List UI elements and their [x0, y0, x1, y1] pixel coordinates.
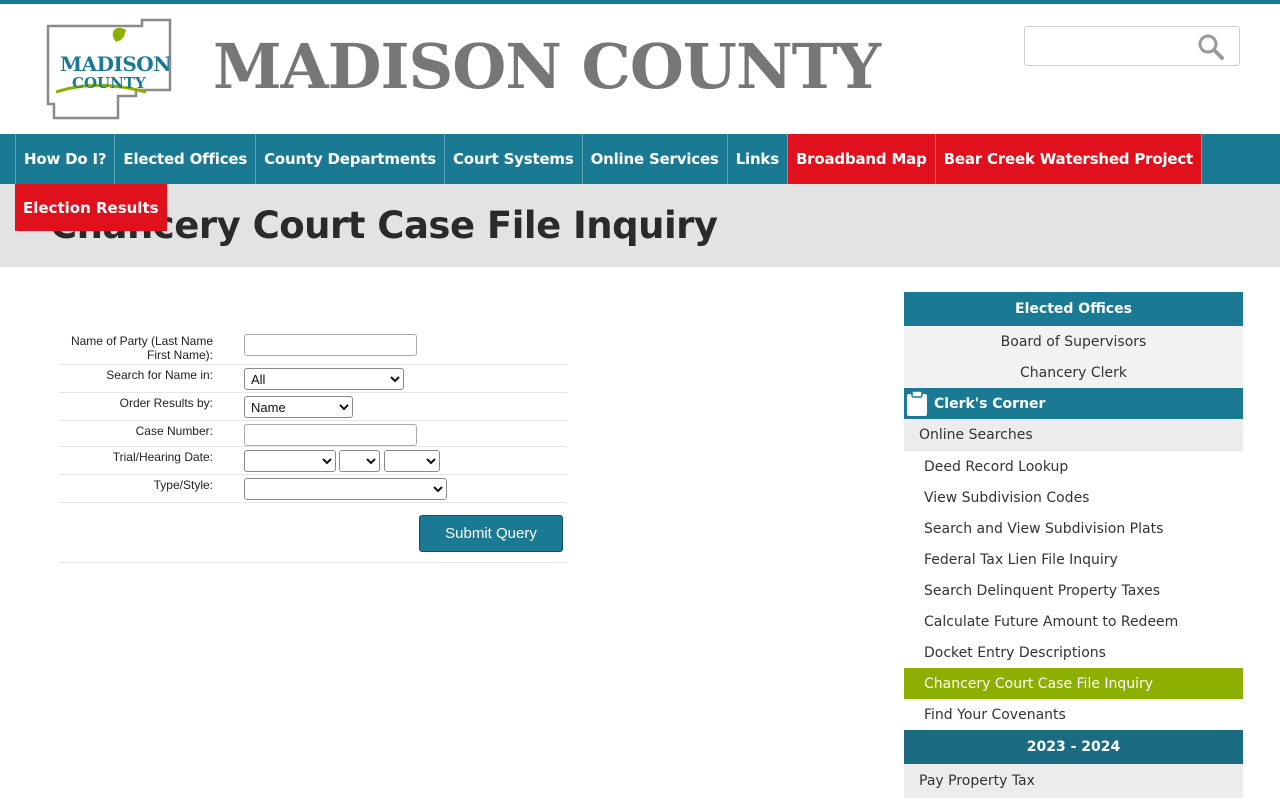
order-results-by-select[interactable]: Name — [244, 396, 353, 418]
date-year-select[interactable] — [384, 450, 440, 472]
nav-item-links[interactable]: Links — [728, 134, 788, 184]
sidebar-link-chancery-court-case-file-inquiry[interactable]: Chancery Court Case File Inquiry — [904, 668, 1243, 699]
page-title-band: Chancery Court Case File Inquiry — [0, 184, 1280, 267]
logo-text-madison: MADISON — [60, 52, 172, 76]
form-row-order: Order Results by: Name — [59, 393, 567, 421]
sidebar-links: Deed Record Lookup View Subdivision Codes… — [904, 451, 1243, 730]
search-for-name-in-label: Search for Name in: — [106, 368, 213, 382]
site-search — [1024, 26, 1240, 66]
name-of-party-label: Name of Party (Last Name First Name): — [70, 334, 213, 362]
type-style-label: Type/Style: — [153, 478, 213, 492]
search-icon[interactable] — [1197, 33, 1225, 61]
case-number-label: Case Number: — [135, 424, 213, 438]
sidebar-link-deed-record-lookup[interactable]: Deed Record Lookup — [904, 451, 1243, 482]
nav-item-how-do-i[interactable]: How Do I? — [15, 134, 116, 184]
sidebar-heading-clerks-corner[interactable]: Clerk's Corner — [904, 388, 1243, 419]
submit-query-button[interactable]: Submit Query — [419, 515, 563, 552]
form-row-search-in: Search for Name in: All — [59, 365, 567, 393]
site-title[interactable]: MADISON COUNTY — [213, 30, 881, 103]
county-logo[interactable]: MADISON COUNTY — [46, 18, 174, 122]
sidebar-heading-elected-offices[interactable]: Elected Offices — [904, 292, 1243, 326]
sidebar-link-find-your-covenants[interactable]: Find Your Covenants — [904, 699, 1243, 730]
form-row-date: Trial/Hearing Date: — [59, 447, 567, 475]
sidebar-item-pay-property-tax[interactable]: Pay Property Tax — [904, 764, 1243, 798]
sidebar-link-docket-entry-descriptions[interactable]: Docket Entry Descriptions — [904, 637, 1243, 668]
sidebar-item-online-searches[interactable]: Online Searches — [904, 419, 1243, 451]
nav-item-elected-offices[interactable]: Elected Offices — [115, 134, 257, 184]
sidebar-link-federal-tax-lien-file-inquiry[interactable]: Federal Tax Lien File Inquiry — [904, 544, 1243, 575]
sidebar-heading-year[interactable]: 2023 - 2024 — [904, 730, 1243, 764]
search-input[interactable] — [1031, 33, 1191, 59]
sidebar-item-board-of-supervisors[interactable]: Board of Supervisors — [904, 326, 1243, 357]
form-row-name: Name of Party (Last Name First Name): — [59, 330, 567, 365]
sidebar-link-search-delinquent-property-taxes[interactable]: Search Delinquent Property Taxes — [904, 575, 1243, 606]
nav-item-online-services[interactable]: Online Services — [583, 134, 728, 184]
nav-item-court-systems[interactable]: Court Systems — [445, 134, 583, 184]
trial-hearing-date-label: Trial/Hearing Date: — [112, 450, 213, 464]
form-row-type: Type/Style: — [59, 475, 567, 503]
nav-item-county-departments[interactable]: County Departments — [256, 134, 445, 184]
date-day-select[interactable] — [339, 450, 380, 472]
case-number-input[interactable] — [244, 424, 417, 446]
site-header: MADISON COUNTY MADISON COUNTY — [0, 4, 1280, 134]
case-inquiry-form: Name of Party (Last Name First Name): Se… — [59, 330, 567, 563]
name-of-party-input[interactable] — [244, 334, 417, 356]
sidebar-link-search-and-view-subdivision-plats[interactable]: Search and View Subdivision Plats — [904, 513, 1243, 544]
order-results-by-label: Order Results by: — [119, 396, 213, 410]
nav-item-broadband-map[interactable]: Broadband Map — [787, 134, 936, 184]
form-row-submit: Submit Query — [59, 503, 567, 563]
sidebar-link-view-subdivision-codes[interactable]: View Subdivision Codes — [904, 482, 1243, 513]
nav-item-election-results[interactable]: Election Results — [15, 184, 167, 231]
main-nav: How Do I? Elected Offices County Departmen… — [0, 134, 1280, 184]
nav-item-bear-creek-watershed-project[interactable]: Bear Creek Watershed Project — [935, 134, 1203, 184]
clerks-corner-label: Clerk's Corner — [934, 395, 1046, 412]
clipboard-icon — [907, 390, 927, 416]
sidebar-item-chancery-clerk[interactable]: Chancery Clerk — [904, 357, 1243, 388]
search-for-name-in-select[interactable]: All — [244, 368, 404, 390]
sidebar-link-calculate-future-amount-to-redeem[interactable]: Calculate Future Amount to Redeem — [904, 606, 1243, 637]
logo-text-county: COUNTY — [72, 74, 146, 92]
main-nav-list: How Do I? Elected Offices County Departmen… — [15, 134, 1203, 184]
form-row-case-number: Case Number: — [59, 421, 567, 447]
date-month-select[interactable] — [244, 450, 336, 472]
type-style-select[interactable] — [244, 478, 447, 500]
sidebar: Elected Offices Board of Supervisors Cha… — [904, 292, 1243, 798]
